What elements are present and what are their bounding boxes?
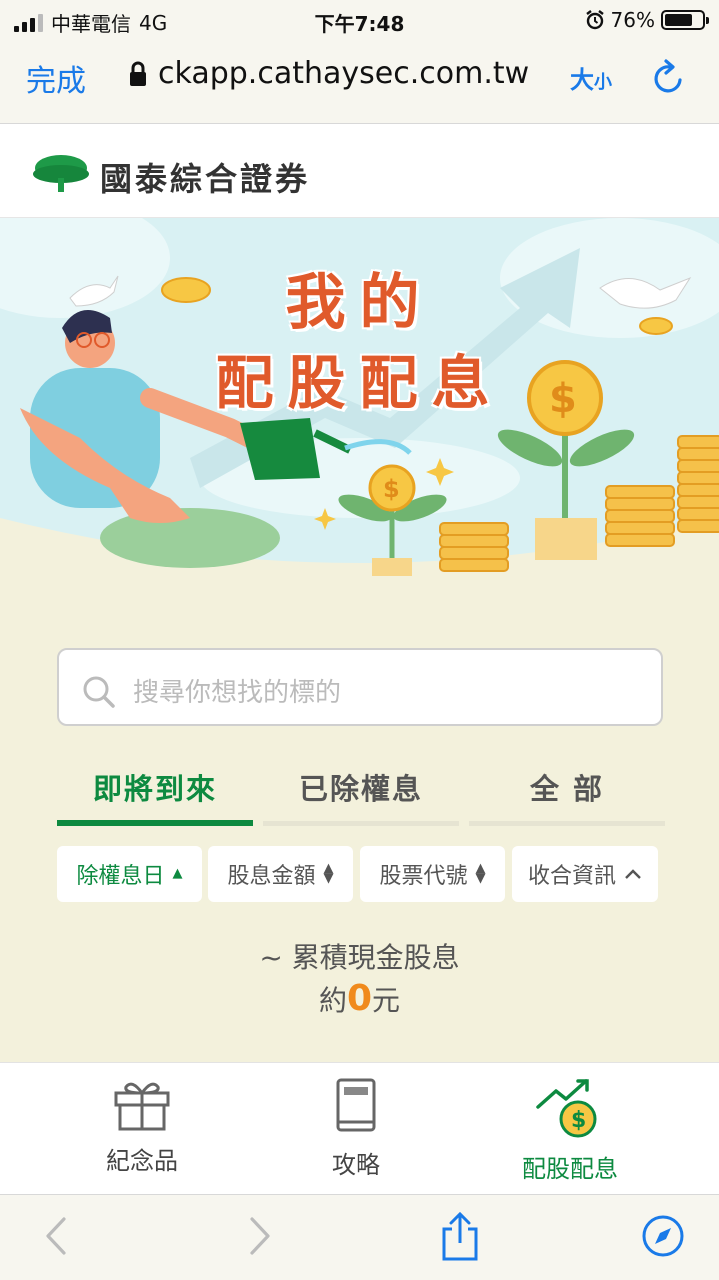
battery-fill [665,14,693,26]
tab-label: 全 部 [529,772,605,806]
done-button[interactable]: 完成 [26,56,86,100]
tab-upcoming[interactable]: 即將到來 [57,760,253,826]
site-header: 國泰綜合證券 [0,124,719,218]
sort-icon: ▲ ▼ [323,861,334,886]
collapse-info-button[interactable]: 收合資訊 [512,846,658,902]
url-field[interactable]: ckapp.cathaysec.com.tw [128,56,529,91]
nav-dividend[interactable]: $ 配股配息 [490,1077,650,1184]
tab-underline [469,821,665,826]
chevron-up-icon [625,869,641,879]
sort-icon: ▲ ▼ [475,861,486,886]
chip-label: 收合資訊 [527,864,616,889]
alarm-icon [585,10,604,30]
battery-percent: 76% [610,8,655,32]
nav-souvenir[interactable]: 紀念品 [62,1077,222,1176]
svg-text:$: $ [383,475,400,503]
amount-suffix: 元 [372,984,401,1017]
nav-label: 攻略 [332,1151,380,1179]
nav-label: 配股配息 [522,1155,618,1183]
browser-toolbar [0,1194,719,1280]
chip-label: 股票代號 [379,864,468,889]
amount-value: 0 [346,978,373,1019]
forward-icon[interactable] [246,1213,274,1259]
cumulative-dividend-amount: 約0元 [0,978,719,1019]
sort-stock-code-button[interactable]: 股票代號 ▲ ▼ [360,846,505,902]
svg-text:$: $ [571,1108,586,1133]
nav-guide[interactable]: 攻略 [276,1077,436,1180]
sort-asc-icon: ▲ [172,866,183,881]
share-icon[interactable] [440,1211,480,1263]
banner-title-line2: 配股配息 [215,349,504,417]
reload-icon[interactable] [650,58,686,98]
chip-label: 股息金額 [227,864,316,889]
text-size-small: 小 [594,72,612,93]
bottom-nav: 紀念品 攻略 $ 配股配息 [0,1062,719,1194]
book-icon [336,1078,376,1132]
chip-label: 除權息日 [76,864,165,889]
battery-icon [661,10,709,30]
lock-icon [130,61,146,86]
dividend-tabs: 即將到來 已除權息 全 部 [57,760,665,826]
dividend-chart-icon: $ [536,1079,597,1138]
search-icon [83,676,115,708]
gift-icon [114,1082,170,1131]
sort-ex-date-button[interactable]: 除權息日 ▲ [57,846,202,902]
banner-title-line1: 我的 [285,268,434,338]
status-bar: 中華電信 4G 下午7:48 76% [0,0,719,40]
cathay-tree-logo [33,155,89,192]
tab-ex-dividend[interactable]: 已除權息 [263,760,459,826]
sort-dividend-amount-button[interactable]: 股息金額 ▲ ▼ [208,846,353,902]
brand-name: 國泰綜合證券 [100,160,311,198]
url-text: ckapp.cathaysec.com.tw [158,56,530,91]
tab-label: 已除權息 [298,772,423,806]
text-size-button[interactable]: 大小 [570,60,612,95]
tab-underline [263,821,459,826]
nav-label: 紀念品 [106,1147,178,1175]
amount-prefix: 約 [318,984,347,1017]
search-input[interactable]: 搜尋你想找的標的 [57,648,663,726]
tab-label: 即將到來 [92,772,217,806]
compass-icon[interactable] [640,1213,686,1259]
cumulative-dividend-label: ~ 累積現金股息 [259,941,460,974]
back-icon[interactable] [42,1213,70,1259]
address-bar: 完成 ckapp.cathaysec.com.tw 大小 [0,40,719,124]
status-right: 76% [585,8,709,32]
tab-underline [57,820,253,826]
text-size-big: 大 [570,66,594,94]
search-placeholder: 搜尋你想找的標的 [133,678,342,708]
hero-banner: $ $ 我的 配股配息 [0,218,719,588]
tab-all[interactable]: 全 部 [469,760,665,826]
